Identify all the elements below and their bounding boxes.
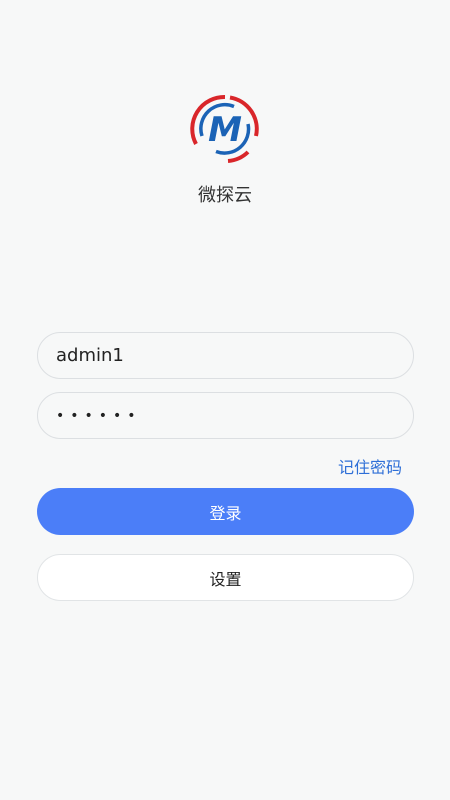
remember-password-link[interactable]: 记住密码	[338, 454, 402, 478]
login-screen: M 微探云 记住密码 登录 设置	[0, 0, 450, 800]
app-title: 微探云	[198, 185, 252, 206]
username-input[interactable]	[37, 332, 414, 379]
password-input[interactable]	[37, 392, 414, 439]
settings-button[interactable]: 设置	[37, 554, 414, 601]
logo-letter: M	[208, 110, 242, 150]
app-logo-icon: M	[190, 94, 259, 163]
login-button[interactable]: 登录	[37, 488, 414, 535]
